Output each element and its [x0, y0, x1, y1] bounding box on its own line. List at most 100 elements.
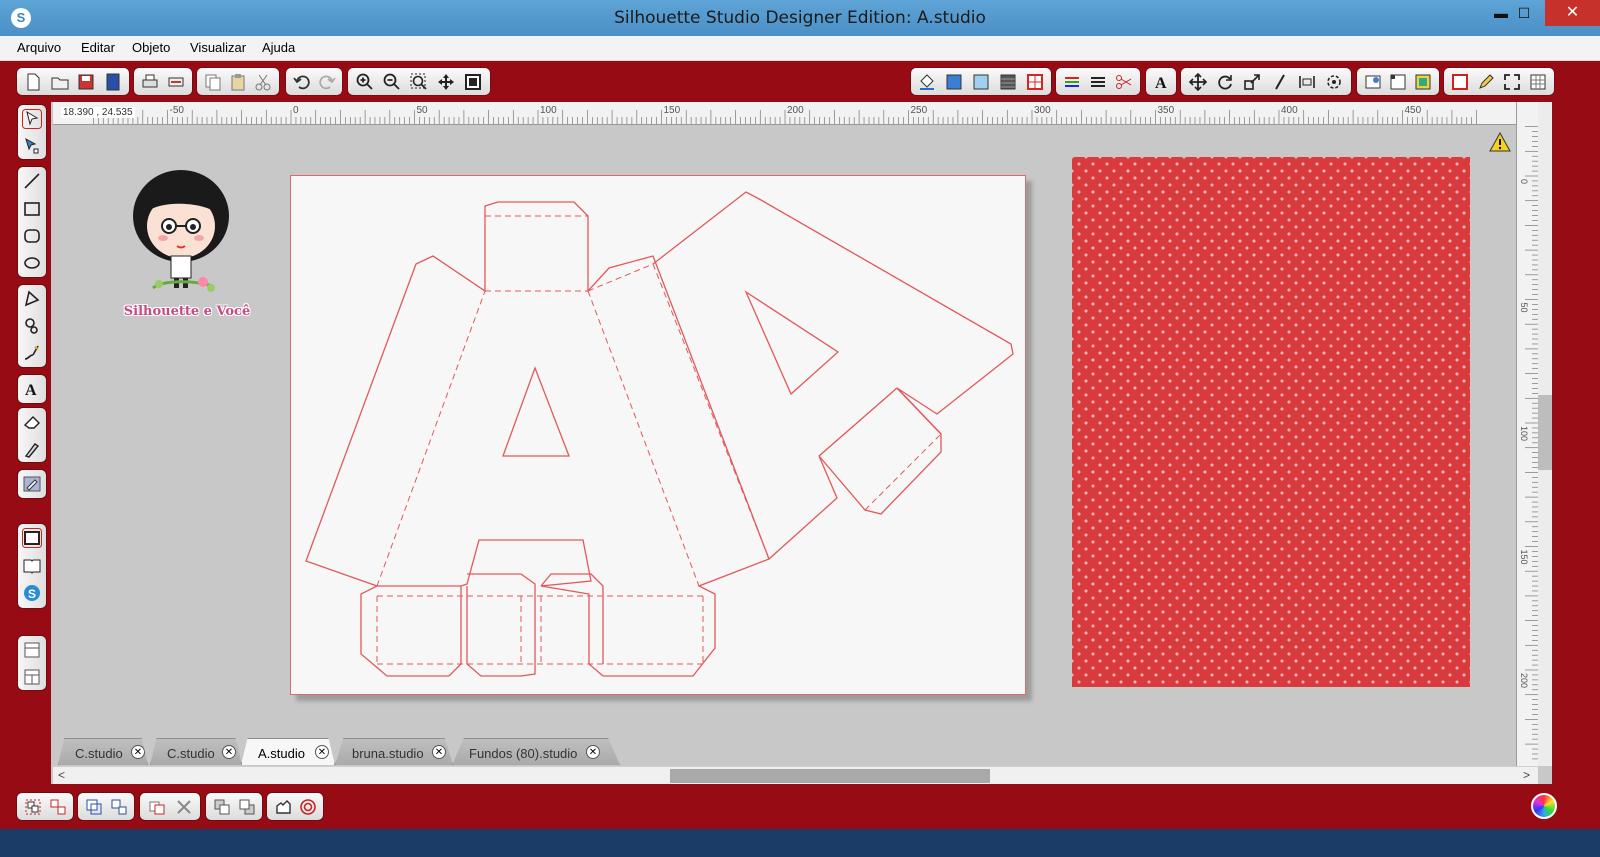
design-workspace[interactable]: -50 0 50 100 150 200 250 300 350 400 450 18.390 , …: [53, 102, 1538, 766]
open-folder-icon[interactable]: [49, 70, 72, 94]
tab-close-icon[interactable]: ✕: [586, 745, 600, 759]
zoom-selection-icon[interactable]: [407, 70, 430, 94]
fullscreen-icon[interactable]: [1501, 70, 1523, 94]
page-settings-left-icon[interactable]: [20, 526, 44, 550]
tab-bruna-studio[interactable]: bruna.studio ✕: [335, 738, 453, 765]
menu-editar[interactable]: Editar: [81, 40, 115, 55]
color-wheel-icon[interactable]: [1531, 793, 1557, 819]
move-icon[interactable]: [1186, 70, 1209, 94]
line-tool-icon[interactable]: [20, 169, 44, 193]
horizontal-scroll-thumb[interactable]: [670, 769, 990, 783]
eraser-tool-icon[interactable]: [20, 410, 44, 434]
maximize-button[interactable]: ☐: [1504, 0, 1544, 26]
scale-icon[interactable]: [1241, 70, 1264, 94]
trace-tool-icon[interactable]: [20, 472, 44, 496]
rounded-rectangle-tool-icon[interactable]: [20, 224, 44, 248]
line-color-icon[interactable]: [1023, 70, 1046, 94]
make-compound-path-icon[interactable]: [83, 795, 104, 819]
ruler-tick-label: 300: [1034, 105, 1051, 116]
bring-to-front-icon[interactable]: [211, 795, 232, 819]
horizontal-scrollbar[interactable]: < >: [53, 766, 1538, 785]
menu-objeto[interactable]: Objeto: [132, 40, 170, 55]
zoom-out-icon[interactable]: [380, 70, 403, 94]
select-arrow-icon[interactable]: [20, 107, 44, 131]
send-to-back-icon[interactable]: [236, 795, 257, 819]
tab-a-studio[interactable]: A.studio ✕: [241, 738, 335, 765]
cut-settings-icon[interactable]: [1113, 70, 1135, 94]
ellipse-tool-icon[interactable]: [20, 251, 44, 275]
vertical-scroll-thumb[interactable]: [1538, 395, 1552, 470]
fit-to-page-icon[interactable]: [462, 70, 485, 94]
save-icon[interactable]: [75, 70, 98, 94]
text-style-icon[interactable]: A: [1151, 70, 1171, 94]
paste-icon[interactable]: [227, 70, 248, 94]
silhouette-e-voce-logo: Silhouette e Você: [123, 164, 253, 324]
close-button[interactable]: ✕: [1545, 0, 1600, 26]
ungroup-icon[interactable]: [47, 795, 68, 819]
single-view-icon[interactable]: [20, 638, 44, 662]
silhouette-store-icon[interactable]: S: [20, 581, 44, 605]
line-style-icon[interactable]: [1087, 70, 1109, 94]
line-color-palette-icon[interactable]: [1061, 70, 1083, 94]
cut-style-icon[interactable]: [1413, 70, 1434, 94]
duplicate-icon[interactable]: [145, 795, 168, 819]
tab-close-icon[interactable]: ✕: [315, 745, 329, 759]
fill-color-icon[interactable]: [943, 70, 966, 94]
knife-tool-icon[interactable]: [20, 437, 44, 461]
pencil-icon[interactable]: [1475, 70, 1497, 94]
left-frame: [0, 102, 13, 787]
paint-bucket-icon[interactable]: [916, 70, 939, 94]
trace-hand-icon[interactable]: [272, 795, 293, 819]
tab-close-icon[interactable]: ✕: [131, 745, 145, 759]
shear-icon[interactable]: [1268, 70, 1291, 94]
tab-close-icon[interactable]: ✕: [432, 745, 446, 759]
pan-hand-icon[interactable]: [435, 70, 458, 94]
zoom-in-icon[interactable]: [353, 70, 376, 94]
cut-mat-page[interactable]: [290, 175, 1026, 695]
cut-scissors-icon[interactable]: [253, 70, 274, 94]
text-tool-icon[interactable]: A: [20, 377, 44, 401]
polygon-tool-icon[interactable]: [20, 287, 44, 311]
tab-fundos-80-studio[interactable]: Fundos (80).studio ✕: [452, 738, 620, 765]
grid-icon[interactable]: [1527, 70, 1549, 94]
curve-tool-icon[interactable]: [20, 314, 44, 338]
new-file-icon[interactable]: [22, 70, 45, 94]
print-tool-group: [133, 67, 193, 96]
undo-icon[interactable]: [291, 70, 312, 94]
menu-ajuda[interactable]: Ajuda: [262, 40, 295, 55]
document-tabs: C.studio ✕ C.studio ✕ A.studio ✕ bruna.s…: [53, 738, 1523, 766]
menu-arquivo[interactable]: Arquivo: [17, 40, 61, 55]
copy-icon[interactable]: [202, 70, 223, 94]
replicate-icon[interactable]: [1323, 70, 1346, 94]
rotate-icon[interactable]: [1213, 70, 1236, 94]
save-sd-icon[interactable]: [102, 70, 125, 94]
tab-c-studio-1[interactable]: C.studio ✕: [58, 738, 148, 765]
horizontal-ruler-ticks: -50 0 50 100 150 200 250 300 350 400 450: [93, 105, 1477, 124]
release-compound-path-icon[interactable]: [108, 795, 129, 819]
tab-c-studio-2[interactable]: C.studio ✕: [150, 738, 242, 765]
redo-icon[interactable]: [316, 70, 337, 94]
split-view-icon[interactable]: [20, 665, 44, 689]
scroll-right-arrow[interactable]: >: [1523, 768, 1530, 782]
line-frame-icon[interactable]: [1449, 70, 1471, 94]
offset-icon[interactable]: [297, 795, 318, 819]
tab-close-icon[interactable]: ✕: [222, 745, 236, 759]
rectangle-tool-icon[interactable]: [20, 197, 44, 221]
warning-icon[interactable]: [1489, 131, 1511, 152]
align-icon[interactable]: [1295, 70, 1318, 94]
red-heart-pattern-paper[interactable]: [1072, 157, 1470, 687]
freehand-tool-icon[interactable]: [20, 341, 44, 365]
scroll-left-arrow[interactable]: <: [58, 768, 65, 782]
delete-icon[interactable]: [172, 795, 195, 819]
pattern-fill-icon[interactable]: [996, 70, 1019, 94]
file-tool-group: [16, 67, 130, 96]
menu-visualizar[interactable]: Visualizar: [190, 40, 246, 55]
gradient-fill-icon[interactable]: [970, 70, 993, 94]
edit-points-icon[interactable]: [20, 134, 44, 158]
library-book-icon[interactable]: [20, 554, 44, 578]
print-icon[interactable]: [139, 70, 161, 94]
registration-marks-icon[interactable]: [1387, 70, 1408, 94]
send-to-cutter-icon[interactable]: [165, 70, 187, 94]
group-icon[interactable]: [22, 795, 43, 819]
page-settings-icon[interactable]: [1362, 70, 1383, 94]
